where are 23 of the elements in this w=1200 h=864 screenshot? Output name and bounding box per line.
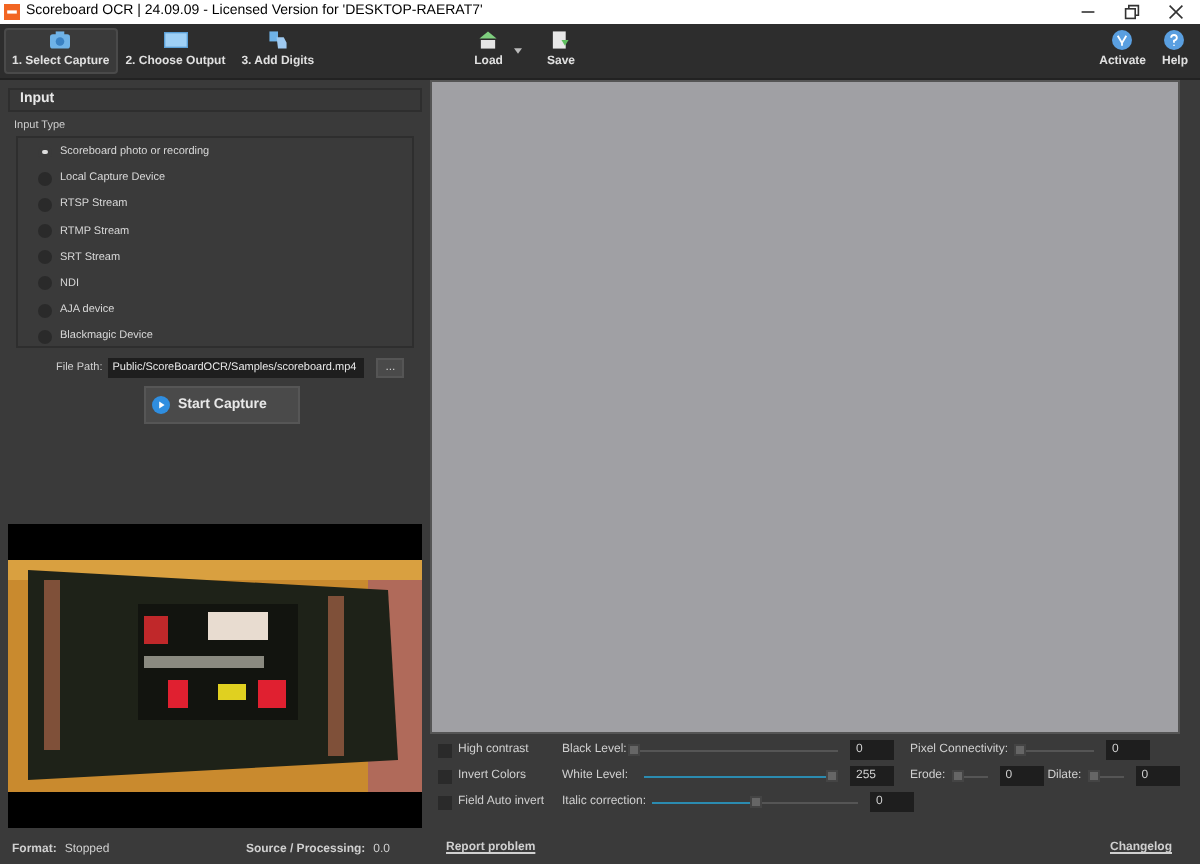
load-icon: [476, 30, 501, 50]
camera-icon: [48, 30, 73, 50]
slider-thumb[interactable]: [1014, 744, 1027, 756]
slider[interactable]: [644, 770, 838, 782]
hand-icon: [265, 30, 290, 50]
play-icon: [152, 396, 170, 415]
slider-thumb[interactable]: [1087, 770, 1100, 782]
slider[interactable]: [628, 744, 838, 756]
screen-icon: [163, 30, 188, 50]
slider[interactable]: [1014, 744, 1095, 756]
save-icon: [548, 30, 573, 50]
dropdown-caret-icon: [514, 48, 523, 54]
key-icon: [1110, 30, 1135, 50]
slider-thumb[interactable]: [749, 796, 762, 808]
slider-thumb[interactable]: [628, 744, 640, 756]
slider[interactable]: [951, 770, 988, 782]
slider-thumb[interactable]: [826, 770, 838, 782]
slider[interactable]: [652, 796, 859, 808]
close-icon[interactable]: [1168, 4, 1184, 20]
slider-thumb[interactable]: [951, 770, 964, 782]
restore-icon[interactable]: [1124, 4, 1140, 20]
help-icon: [1162, 30, 1187, 50]
slider[interactable]: [1087, 770, 1124, 782]
